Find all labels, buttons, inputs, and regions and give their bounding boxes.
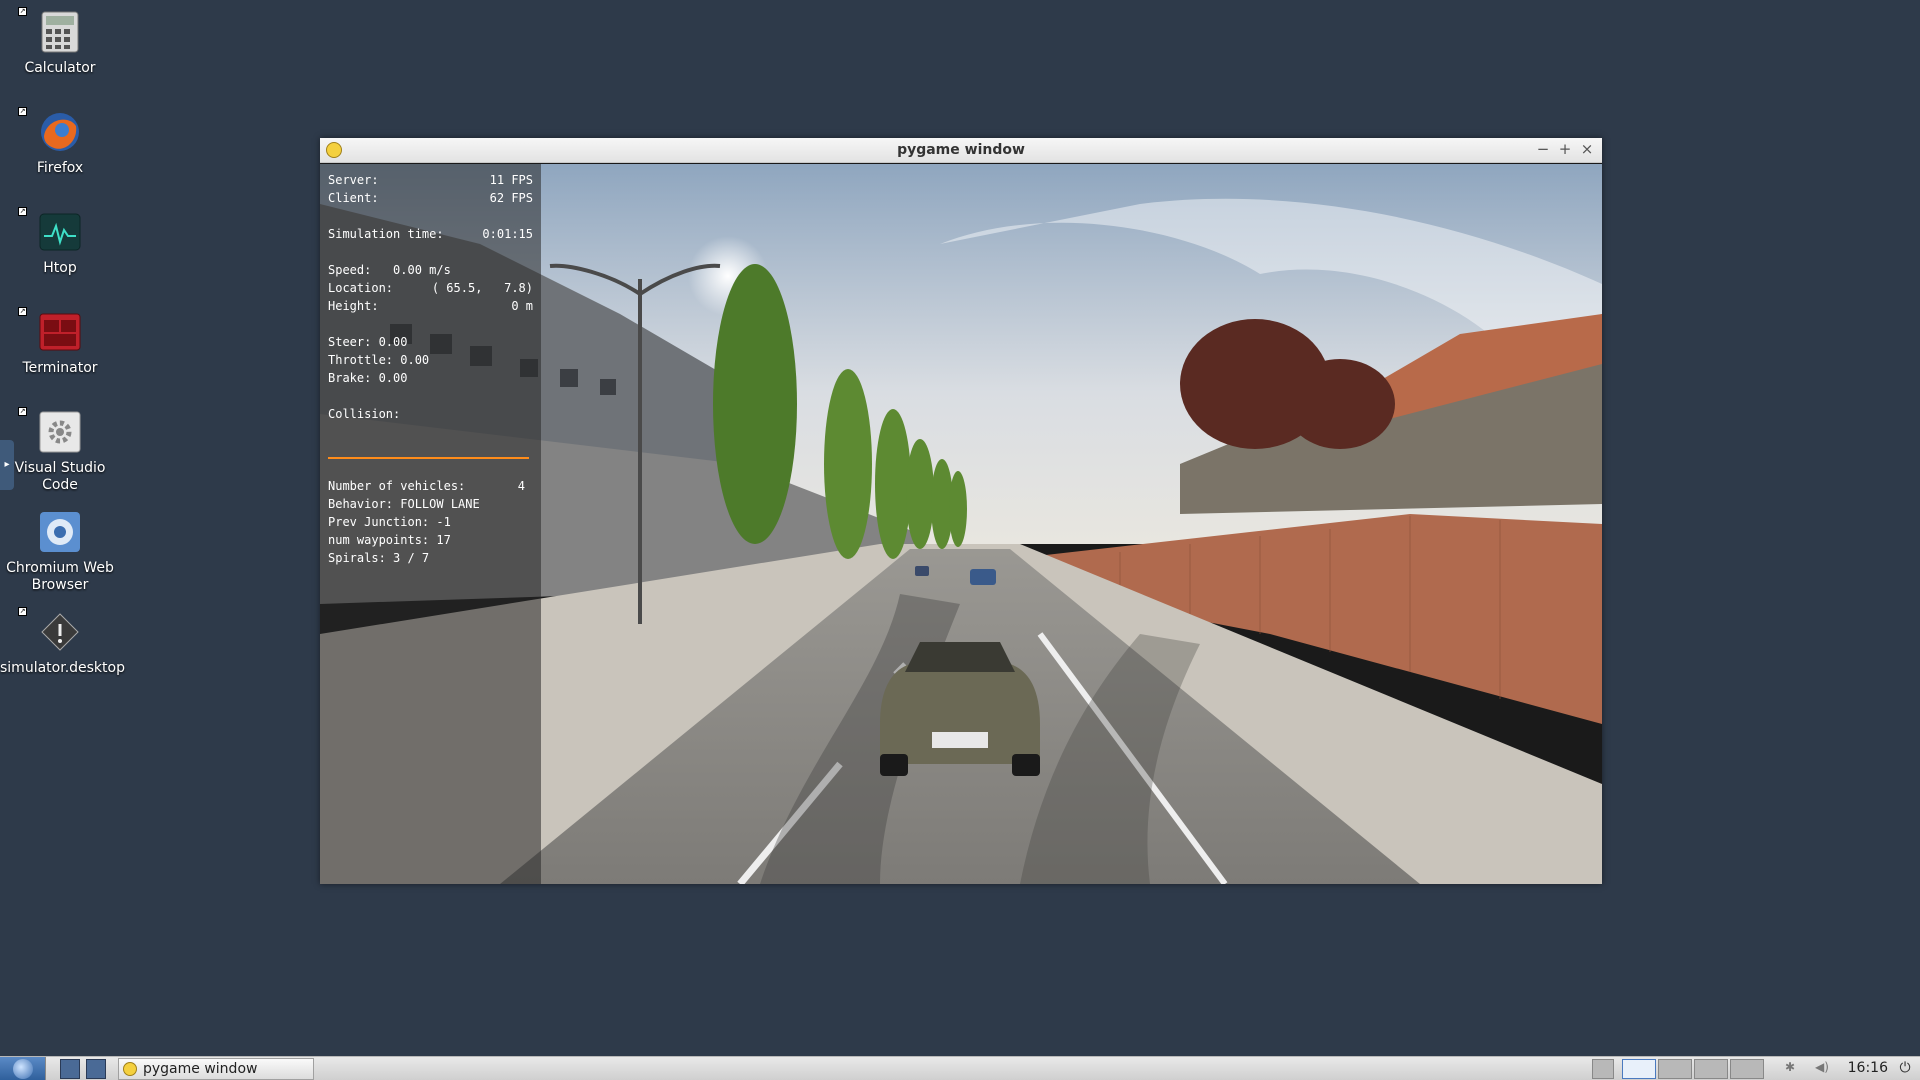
volume-icon[interactable]: ◀)	[1815, 1060, 1829, 1074]
desktop-icon-calculator[interactable]: ↗ Calculator	[0, 7, 120, 77]
close-button[interactable]: ×	[1580, 140, 1594, 158]
desktop-icon-firefox[interactable]: ↗ Firefox	[0, 107, 120, 177]
workspace-1[interactable]	[1622, 1059, 1656, 1079]
firefox-icon: ↗	[18, 107, 82, 154]
gear-icon: ↗	[18, 407, 82, 454]
window-title: pygame window	[897, 142, 1025, 158]
hud-throttle: Throttle: 0.00	[328, 353, 430, 367]
hud-prev-junction: Prev Junction: -1	[328, 515, 451, 529]
hud-vehicles: Number of vehicles: 4	[328, 479, 525, 493]
terminator-icon: ↗	[18, 307, 82, 354]
desktop-icon-label: simulator.desktop	[0, 660, 125, 676]
workspace-2[interactable]	[1658, 1059, 1692, 1079]
htop-icon: ↗	[18, 207, 82, 254]
hud-spirals: Spirals: 3 / 7	[328, 551, 430, 565]
maximize-button[interactable]: +	[1558, 140, 1572, 158]
hud-height: Height: 0 m	[328, 299, 533, 313]
workspace-4[interactable]	[1730, 1059, 1764, 1079]
panel-edge-handle[interactable]: ▸	[0, 440, 14, 490]
window-controls: − + ×	[1536, 140, 1594, 158]
desktop-icon-htop[interactable]: ↗ Htop	[0, 207, 120, 277]
file-manager-icon[interactable]	[60, 1059, 80, 1079]
desktop-icon-label: Visual Studio Code	[14, 460, 106, 493]
distant-vehicle	[970, 569, 996, 585]
hud-brake: Brake: 0.00	[328, 371, 408, 385]
clock[interactable]: 16:16	[1848, 1060, 1888, 1076]
desktop-icon-vscode[interactable]: ↗ Visual Studio Code	[0, 407, 120, 494]
desktop-icon-label: Calculator	[24, 60, 96, 76]
pygame-window: pygame window − + × Server: 11 FPS Clien…	[320, 138, 1602, 884]
diamond-icon: ↗	[18, 607, 82, 654]
hud-location: Location:( 65.5, 7.8)	[328, 281, 533, 295]
hud-collision: Collision:	[328, 407, 401, 421]
hud-client: Client: 62 FPS	[328, 191, 533, 205]
hud-server: Server: 11 FPS	[328, 173, 533, 187]
hud-num-waypoints: num waypoints: 17	[328, 533, 451, 547]
taskbar-task-label: pygame window	[143, 1061, 258, 1077]
desktop-icon-chromium[interactable]: Chromium Web Browser	[0, 510, 120, 594]
desktop-icon-label: Chromium Web Browser	[6, 560, 114, 593]
start-menu-button[interactable]	[0, 1057, 46, 1080]
taskbar-task-pygame[interactable]: pygame window	[118, 1058, 314, 1080]
hud-sim-time: Simulation time: 0:01:15	[328, 227, 533, 241]
collision-history-bar	[328, 457, 529, 459]
desktop-icon-terminator[interactable]: ↗ Terminator	[0, 307, 120, 377]
calculator-icon: ↗	[18, 7, 82, 54]
chromium-icon	[38, 510, 82, 554]
hud-behavior: Behavior: FOLLOW LANE	[328, 497, 480, 511]
window-titlebar[interactable]: pygame window − + ×	[320, 138, 1602, 163]
desktop-icon-simulator[interactable]: ↗ simulator.desktop	[0, 607, 125, 677]
pygame-icon	[123, 1062, 137, 1076]
show-desktop-button[interactable]	[1592, 1059, 1614, 1079]
start-orb-icon	[13, 1059, 33, 1079]
desktop-icon-label: Htop	[43, 260, 77, 276]
hud-panel: Server: 11 FPS Client: 62 FPS Simulation t…	[320, 164, 541, 884]
hud-steer: Steer: 0.00	[328, 335, 408, 349]
desktop-icon-label: Terminator	[22, 360, 98, 376]
taskbar: pygame window ✱ ◀) 16:16 ⏻	[0, 1056, 1920, 1080]
minimize-button[interactable]: −	[1536, 140, 1550, 158]
desktop-icon-label: Firefox	[36, 160, 84, 176]
network-icon[interactable]	[86, 1059, 106, 1079]
hud-speed: Speed: 0.00 m/s	[328, 263, 451, 277]
power-icon[interactable]: ⏻	[1896, 1059, 1914, 1077]
bluetooth-icon[interactable]: ✱	[1785, 1060, 1795, 1074]
workspace-3[interactable]	[1694, 1059, 1728, 1079]
